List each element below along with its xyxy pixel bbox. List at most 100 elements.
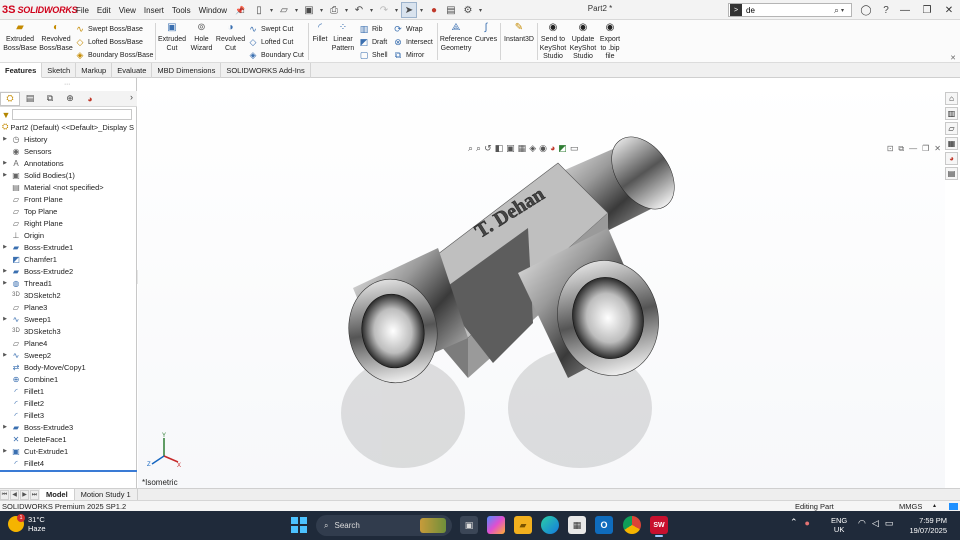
copilot-icon[interactable] (487, 516, 505, 534)
edit-appearance-icon[interactable]: ◕ (550, 143, 555, 154)
print-icon[interactable]: ⎙ (326, 2, 342, 18)
tree-item[interactable]: ▶ ▰ Boss-Extrude1 (0, 241, 137, 253)
undo-icon[interactable]: ↶ (351, 2, 367, 18)
tree-item[interactable]: ▶ ▣ Cut-Extrude1 (0, 445, 137, 457)
instant3d-button[interactable]: ✎ Instant3D (502, 22, 536, 45)
redo-icon[interactable]: ↷ (376, 2, 392, 18)
tab-markup[interactable]: Markup (76, 63, 113, 78)
save-dropdown-icon[interactable]: ▾ (318, 2, 325, 18)
expand-arrow-icon[interactable]: ▶ (0, 136, 10, 142)
new-document-icon[interactable]: ▯ (251, 2, 267, 18)
send-keyshot-button[interactable]: ◉ Send to KeyShot Studio (539, 22, 567, 62)
tree-item[interactable]: ◜ Fillet2 (0, 397, 137, 409)
appearances-icon[interactable]: ◕ (945, 152, 958, 165)
file-properties-icon[interactable]: ▤ (443, 2, 459, 18)
tree-item[interactable]: 3D 3DSketch2 (0, 289, 137, 301)
solidworks-logo[interactable]: 3S SOLIDWORKS (2, 3, 78, 17)
tab-motion-study[interactable]: Motion Study 1 (75, 488, 138, 501)
last-tab-icon[interactable]: ⏭ (30, 489, 39, 500)
restore-icon[interactable]: ❐ (916, 0, 938, 20)
tab-mbd-dimensions[interactable]: MBD Dimensions (152, 63, 222, 78)
solidworks-resources-icon[interactable]: ⌂ (945, 92, 958, 105)
ribbon-collapse-icon[interactable]: ✕ (950, 54, 956, 62)
previous-view-icon[interactable]: ↺ (484, 143, 492, 154)
rollback-bar[interactable] (0, 470, 137, 472)
tree-item[interactable]: ▶ ◷ History (0, 133, 137, 145)
custom-properties-icon[interactable]: ▤ (945, 167, 958, 180)
solidworks-taskbar-icon[interactable]: SW (650, 516, 668, 537)
zoom-area-icon[interactable]: ⌕ (476, 143, 481, 154)
chrome-icon[interactable] (623, 516, 641, 534)
tab-solidworks-addins[interactable]: SOLIDWORKS Add-Ins (221, 63, 311, 78)
doc-expand-icon[interactable]: ⊡ (887, 144, 894, 154)
revolved-boss-button[interactable]: ◐ Revolved Boss/Base (39, 22, 73, 53)
configuration-manager-tab-icon[interactable]: ⧉ (40, 92, 60, 106)
file-explorer-icon[interactable]: ▱ (945, 122, 958, 135)
open-dropdown-icon[interactable]: ▾ (293, 2, 300, 18)
close-icon[interactable]: ✕ (938, 0, 960, 20)
menu-tools[interactable]: Tools (168, 6, 195, 15)
tray-overflow-icon[interactable]: ⌃ (790, 517, 798, 528)
tree-item[interactable]: ▶ ▣ Solid Bodies(1) (0, 169, 137, 181)
rebuild-icon[interactable]: ● (426, 2, 442, 18)
home-icon[interactable]: ⌂ (234, 2, 250, 18)
hide-show-items-icon[interactable]: ◉ (539, 143, 547, 154)
expand-arrow-icon[interactable]: ▶ (0, 172, 10, 178)
weather-widget[interactable]: 1 31°C Haze (8, 514, 46, 533)
doc-restore-icon[interactable]: ❐ (922, 144, 929, 154)
undo-dropdown-icon[interactable]: ▾ (368, 2, 375, 18)
design-library-icon[interactable]: ▥ (945, 107, 958, 120)
tab-evaluate[interactable]: Evaluate (112, 63, 153, 78)
tree-item[interactable]: ▱ Front Plane (0, 193, 137, 205)
doc-tile-icon[interactable]: ⧉ (898, 144, 904, 154)
extruded-boss-button[interactable]: ▰ Extruded Boss/Base (3, 22, 37, 53)
redo-dropdown-icon[interactable]: ▾ (393, 2, 400, 18)
apply-scene-icon[interactable]: ◩ (558, 143, 567, 154)
edge-browser-icon[interactable] (541, 516, 559, 534)
task-view-icon[interactable]: ▣ (460, 516, 478, 534)
reference-geometry-button[interactable]: ⟁ Reference Geometry (439, 22, 473, 53)
taskbar-search[interactable]: ⌕ Search (316, 515, 452, 536)
tree-item[interactable]: ◜ Fillet3 (0, 409, 137, 421)
view-palette-icon[interactable]: ▦ (945, 137, 958, 150)
tree-item[interactable]: ▶ A Annotations (0, 157, 137, 169)
first-tab-icon[interactable]: ⏮ (0, 489, 9, 500)
draft-button[interactable]: ◩ Draft (359, 36, 387, 48)
tree-item[interactable]: ◜ Fillet4 (0, 457, 137, 469)
select-dropdown-icon[interactable]: ▾ (418, 2, 425, 18)
linear-pattern-button[interactable]: ⁘ Linear Pattern (330, 22, 356, 53)
help-icon[interactable]: ? (878, 2, 894, 18)
intersect-button[interactable]: ⊗ Intersect (393, 36, 433, 48)
tree-item[interactable]: ✕ DeleteFace1 (0, 433, 137, 445)
tray-app-icon[interactable]: ● (805, 518, 810, 528)
expand-arrow-icon[interactable]: ▶ (0, 160, 10, 166)
menu-file[interactable]: File (72, 6, 93, 15)
hole-wizard-button[interactable]: ⊚ Hole Wizard (188, 22, 215, 53)
language-indicator[interactable]: ENG UK (831, 516, 847, 534)
tree-item[interactable]: ⇄ Body-Move/Copy1 (0, 361, 137, 373)
doc-minimize-icon[interactable]: — (909, 144, 917, 154)
lofted-boss-button[interactable]: ◇ Lofted Boss/Base (75, 36, 143, 48)
lofted-cut-button[interactable]: ◇ Lofted Cut (248, 36, 294, 48)
clock[interactable]: 7:59 PM 19/07/2025 (905, 516, 947, 535)
user-account-icon[interactable]: ◯ (858, 2, 874, 18)
mirror-button[interactable]: ⧉ Mirror (393, 49, 425, 61)
search-dropdown-icon[interactable]: ▾ (841, 7, 844, 14)
windows-start-icon[interactable] (291, 517, 307, 533)
file-explorer-taskbar-icon[interactable]: ▰ (514, 516, 532, 534)
swept-cut-button[interactable]: ∿ Swept Cut (248, 23, 293, 35)
expand-arrow-icon[interactable]: ▶ (0, 424, 10, 430)
new-dropdown-icon[interactable]: ▾ (268, 2, 275, 18)
revolved-cut-button[interactable]: ◑ Revolved Cut (215, 22, 246, 53)
view-orientation-icon[interactable]: ▦ (518, 143, 527, 154)
tab-model[interactable]: Model (40, 488, 75, 501)
menu-edit[interactable]: Edit (93, 6, 115, 15)
section-view-icon[interactable]: ◧ (495, 143, 504, 154)
doc-close-icon[interactable]: ✕ (934, 144, 941, 154)
outlook-icon[interactable]: O (595, 516, 613, 534)
quick-settings[interactable]: ◠ ◁ ▭ (858, 518, 893, 529)
swept-boss-button[interactable]: ∿ Swept Boss/Base (75, 23, 143, 35)
tree-item[interactable]: ▱ Right Plane (0, 217, 137, 229)
save-icon[interactable]: ▣ (301, 2, 317, 18)
tree-item[interactable]: ◉ Sensors (0, 145, 137, 157)
